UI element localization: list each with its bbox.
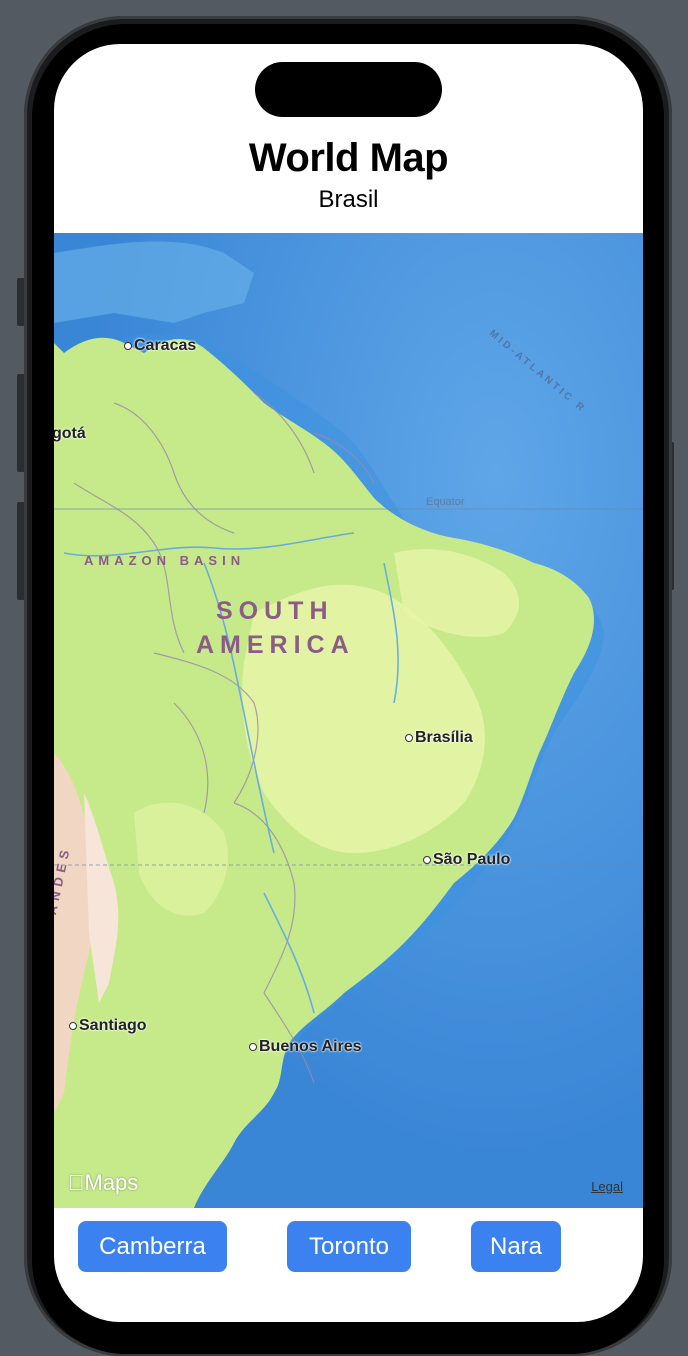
city-bogota[interactable]: gotá	[54, 425, 86, 443]
screen: World Map Brasil Caracas gotá Brasília S…	[54, 44, 643, 1322]
city-marker-icon	[423, 855, 431, 864]
page-title: World Map	[248, 136, 449, 180]
region-amazon-basin: AMAZON BASIN	[84, 553, 246, 568]
legal-link[interactable]: Legal	[591, 1179, 623, 1194]
city-brasilia[interactable]: Brasília	[405, 729, 473, 747]
camberra-button[interactable]: Camberra	[78, 1221, 227, 1272]
toronto-button[interactable]: Toronto	[287, 1221, 411, 1272]
city-marker-icon	[124, 341, 132, 350]
city-marker-icon	[405, 733, 413, 742]
dynamic-island	[255, 62, 442, 117]
city-label: Santiago	[79, 1017, 147, 1034]
city-marker-icon	[249, 1042, 257, 1051]
region-south: SOUTH	[216, 597, 334, 625]
apple-maps-logo: Maps	[68, 1170, 138, 1195]
city-label: Caracas	[134, 337, 197, 354]
city-label: Buenos Aires	[259, 1038, 362, 1055]
city-buenos-aires[interactable]: Buenos Aires	[249, 1038, 362, 1056]
city-sao-paulo[interactable]: São Paulo	[423, 851, 510, 869]
apple-logo-icon: 	[68, 1170, 85, 1195]
equator-label: Equator	[426, 496, 465, 508]
city-caracas[interactable]: Caracas	[124, 337, 196, 355]
region-america: AMERICA	[196, 631, 355, 659]
city-label: Brasília	[415, 729, 473, 746]
page-subtitle: Brasil	[318, 186, 379, 213]
city-label: São Paulo	[433, 851, 511, 868]
city-marker-icon	[69, 1021, 77, 1030]
map-view[interactable]: Caracas gotá Brasília São Paulo Santiago…	[54, 233, 643, 1208]
city-santiago[interactable]: Santiago	[69, 1017, 147, 1035]
city-label: gotá	[54, 425, 86, 442]
nara-button[interactable]: Nara	[471, 1221, 561, 1272]
